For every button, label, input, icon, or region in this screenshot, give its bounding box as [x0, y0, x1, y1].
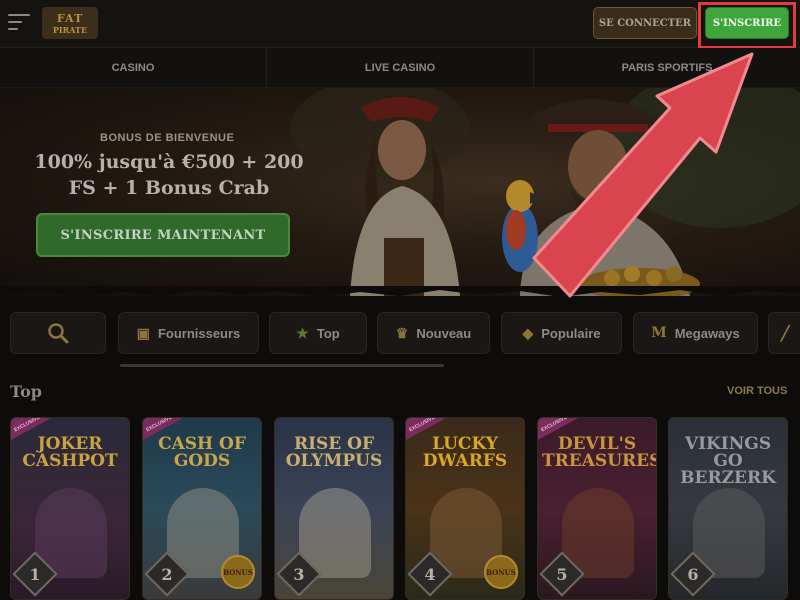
rank-number: 4 [424, 564, 436, 584]
logo[interactable]: FAT PIRATE [42, 7, 98, 39]
filter-chip-label: Nouveau [416, 325, 472, 341]
search-button[interactable] [10, 312, 106, 354]
filter-chip-label: Fournisseurs [157, 325, 241, 341]
see-all-link[interactable]: VOIR TOUS [727, 385, 787, 397]
filter-chip-providers[interactable]: ▣ Fournisseurs [118, 312, 259, 354]
game-card-6[interactable]: VIKINGS GO BERZERK 6 [668, 417, 788, 600]
game-card-2[interactable]: EXCLUSIVE CASH OF GODS 2 BONUS [142, 417, 262, 600]
game-card-3[interactable]: RISE OF OLYMPUS 3 [274, 417, 394, 600]
filter-chip-label: Populaire [541, 325, 601, 341]
signup-button[interactable]: S'INSCRIRE [705, 7, 789, 39]
filter-chip-label: Megaways [674, 325, 740, 341]
top-section-title: Top [10, 382, 42, 401]
filter-chip-overflow[interactable]: ╱ [768, 312, 800, 354]
game-title: VIKINGS GO BERZERK [680, 434, 776, 488]
game-card-1[interactable]: EXCLUSIVE JOKER CASHPOT 1 [10, 417, 130, 600]
nav-item-sports-betting[interactable]: PARIS SPORTIFS [534, 48, 800, 87]
rank-number: 6 [687, 564, 699, 584]
filter-chip-new[interactable]: ♛ Nouveau [377, 312, 490, 354]
megaways-icon: M [651, 325, 667, 341]
bonus-badge: BONUS [484, 555, 518, 589]
torn-edge [0, 286, 800, 297]
bonus-badge: BONUS [221, 555, 255, 589]
game-card-5[interactable]: EXCLUSIVE DEVIL'S TREASURES 5 [537, 417, 657, 600]
star-icon: ★ [296, 324, 309, 341]
rank-number: 3 [293, 564, 305, 584]
header: FAT PIRATE SE CONNECTER S'INSCRIRE [0, 0, 800, 49]
hero-signup-now-button[interactable]: S'INSCRIRE MAINTENANT [36, 213, 290, 257]
game-title: JOKER CASHPOT [22, 434, 118, 471]
filter-scrollbar[interactable] [120, 364, 444, 367]
nav-item-live-casino[interactable]: LIVE CASINO [267, 48, 534, 87]
logo-line1: FAT [56, 11, 84, 25]
logo-line2: PIRATE [52, 24, 88, 35]
filter-chip-label: Top [316, 325, 340, 341]
filter-chip-top[interactable]: ★ Top [269, 312, 367, 354]
hero-eyebrow: BONUS DE BIENVENUE [100, 132, 235, 144]
map-icon: ▣ [136, 324, 150, 341]
game-title: DEVIL'S TREASURES [542, 434, 657, 471]
nav-item-casino[interactable]: CASINO [0, 48, 267, 87]
rank-number: 5 [556, 564, 568, 584]
login-button[interactable]: SE CONNECTER [593, 7, 697, 39]
gem-icon: ◆ [522, 324, 534, 341]
hero-title: 100% jusqu'à €500 + 200 FS + 1 Bonus Cra… [34, 151, 304, 199]
hero-banner[interactable]: BONUS DE BIENVENUE 100% jusqu'à €500 + 2… [0, 88, 800, 296]
trophy-icon: ♛ [395, 324, 409, 341]
menu-icon[interactable] [8, 14, 30, 32]
game-card-4[interactable]: EXCLUSIVE LUCKY DWARFS 4 BONUS [405, 417, 525, 600]
game-title: RISE OF OLYMPUS [285, 434, 383, 471]
category-filters: ▣ Fournisseurs ★ Top ♛ Nouveau ◆ Populai… [0, 312, 800, 356]
game-title: LUCKY DWARFS [422, 434, 508, 471]
main-nav: CASINO LIVE CASINO PARIS SPORTIFS [0, 48, 800, 88]
sword-icon: ╱ [781, 324, 790, 341]
game-title: CASH OF GODS [158, 434, 246, 471]
search-icon [48, 323, 69, 344]
filter-chip-megaways[interactable]: M Megaways [633, 312, 758, 354]
filter-chip-popular[interactable]: ◆ Populaire [501, 312, 622, 354]
rank-number: 1 [29, 564, 41, 584]
rank-number: 2 [161, 564, 173, 584]
